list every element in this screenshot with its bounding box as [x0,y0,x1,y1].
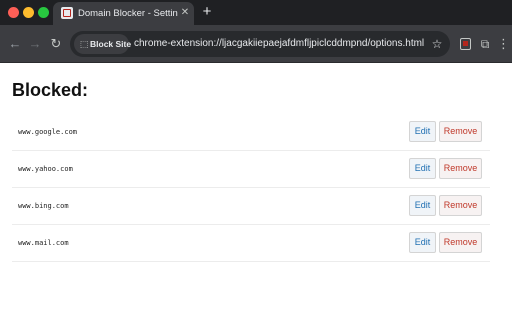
blocked-row: www.google.com Edit Remove [12,114,490,151]
extensions-puzzle-icon[interactable]: ⧉ [478,36,492,52]
site-chip-label: Block Site [90,39,132,49]
forward-button[interactable]: → [27,36,43,52]
remove-button[interactable]: Remove [439,121,482,142]
edit-button[interactable]: Edit [409,121,436,142]
blocked-domain: www.google.com [18,128,78,136]
minimize-window-button[interactable] [23,7,34,18]
blocked-row: www.yahoo.com Edit Remove [12,151,490,188]
blocked-domain: www.mail.com [18,239,69,247]
maximize-window-button[interactable] [38,7,49,18]
blocked-row: www.mail.com Edit Remove [12,225,490,262]
edit-button[interactable]: Edit [409,158,436,179]
browser-toolbar: ← → ↻ ⬚ Block Site chrome-extension://lj… [0,25,512,63]
url-text[interactable]: chrome-extension://ljacgakiiepaejafdmflj… [134,37,424,51]
remove-button[interactable]: Remove [439,195,482,216]
block-site-extension-icon[interactable] [460,38,471,50]
back-button[interactable]: ← [7,36,23,52]
edit-button[interactable]: Edit [409,195,436,216]
address-bar[interactable]: ⬚ Block Site chrome-extension://ljacgaki… [70,31,450,57]
tab-title: Domain Blocker - Settings [78,8,178,19]
remove-button[interactable]: Remove [439,158,482,179]
blocked-domain: www.yahoo.com [18,165,73,173]
extension-favicon-icon [61,7,73,19]
browser-window: Domain Blocker - Settings ✕ + ← → ↻ ⬚ Bl… [0,0,512,320]
tab-strip: Domain Blocker - Settings ✕ + [0,0,512,25]
puzzle-icon: ⬚ [79,39,89,49]
edit-button[interactable]: Edit [409,232,436,253]
new-tab-button[interactable]: + [198,3,216,21]
options-page: Blocked: www.google.com Edit Remove www.… [0,63,512,320]
site-chip[interactable]: ⬚ Block Site [74,34,132,54]
remove-button[interactable]: Remove [439,232,482,253]
page-title: Blocked: [12,80,89,100]
blocked-row: www.bing.com Edit Remove [12,188,490,225]
close-tab-icon[interactable]: ✕ [179,7,191,19]
bookmark-star-icon[interactable]: ☆ [430,36,444,52]
close-window-button[interactable] [8,7,19,18]
reload-button[interactable]: ↻ [48,36,64,52]
blocked-domain: www.bing.com [18,202,69,210]
browser-menu-icon[interactable]: ⋮ [497,36,510,52]
tab-domain-blocker-settings[interactable]: Domain Blocker - Settings ✕ [53,2,194,25]
blocked-list: www.google.com Edit Remove www.yahoo.com… [12,114,490,262]
